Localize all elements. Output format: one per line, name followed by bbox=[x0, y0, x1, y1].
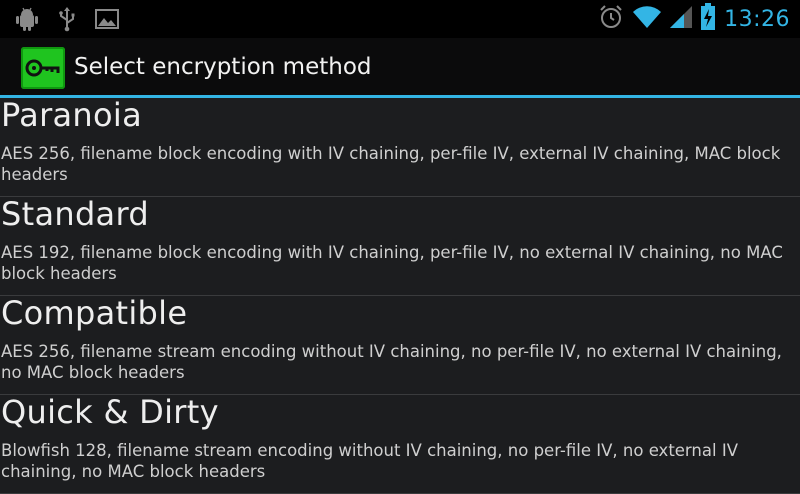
alarm-icon bbox=[598, 4, 624, 34]
wifi-icon bbox=[632, 4, 662, 34]
encryption-method-list: Paranoia AES 256, filename block encodin… bbox=[0, 96, 800, 494]
notification-icons bbox=[14, 6, 120, 32]
signal-icon bbox=[670, 4, 693, 34]
method-name: Paranoia bbox=[1, 96, 142, 134]
method-name: Quick & Dirty bbox=[1, 393, 219, 431]
method-name: Standard bbox=[1, 195, 149, 233]
list-item-standard[interactable]: Standard AES 192, filename block encodin… bbox=[0, 195, 800, 296]
method-description: AES 256, filename block encoding with IV… bbox=[1, 144, 781, 184]
battery-charging-icon bbox=[700, 3, 716, 35]
clock: 13:26 bbox=[724, 6, 790, 32]
usb-icon bbox=[54, 6, 80, 32]
status-bar: 13:26 bbox=[0, 0, 800, 38]
page-title: Select encryption method bbox=[74, 54, 372, 80]
key-icon[interactable] bbox=[21, 47, 65, 89]
action-bar: Select encryption method bbox=[0, 38, 800, 96]
list-item-compatible[interactable]: Compatible AES 256, filename stream enco… bbox=[0, 294, 800, 395]
method-description: AES 192, filename block encoding with IV… bbox=[1, 243, 783, 283]
list-item-paranoia[interactable]: Paranoia AES 256, filename block encodin… bbox=[0, 96, 800, 197]
method-name: Compatible bbox=[1, 294, 188, 332]
method-description: Blowfish 128, filename stream encoding w… bbox=[1, 441, 738, 481]
list-item-quick-dirty[interactable]: Quick & Dirty Blowfish 128, filename str… bbox=[0, 393, 800, 494]
system-icons: 13:26 bbox=[598, 3, 790, 35]
method-description: AES 256, filename stream encoding withou… bbox=[1, 342, 782, 382]
android-debug-icon bbox=[14, 6, 40, 32]
image-icon bbox=[94, 6, 120, 32]
